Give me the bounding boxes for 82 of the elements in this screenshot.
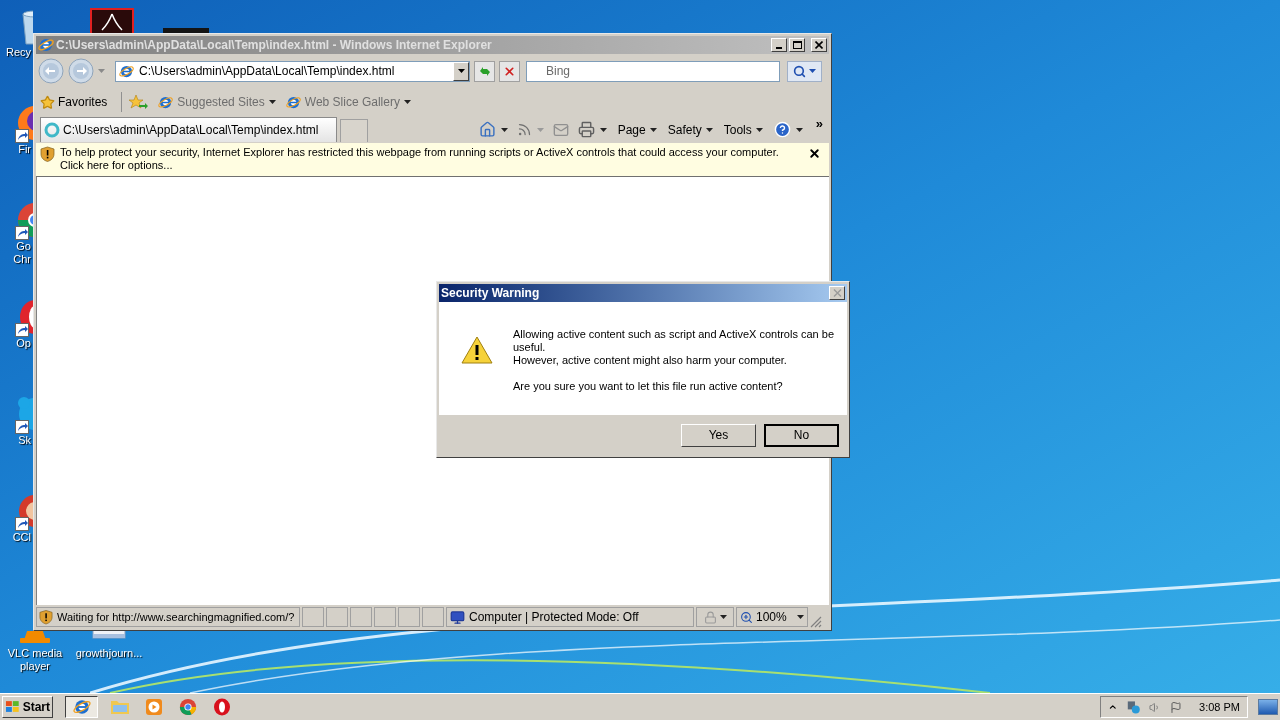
feeds-icon[interactable] bbox=[516, 122, 532, 137]
icon-label: growthjourn... bbox=[75, 647, 143, 660]
caret-icon[interactable] bbox=[719, 615, 727, 619]
icon-label: CCl bbox=[11, 531, 31, 544]
computer-icon bbox=[450, 609, 465, 625]
close-icon[interactable] bbox=[815, 41, 823, 49]
dialog-button[interactable]: Yes bbox=[681, 423, 756, 447]
caret-icon[interactable] bbox=[809, 69, 816, 73]
icon-label: VLC media player bbox=[7, 647, 63, 673]
status-pane bbox=[350, 607, 372, 627]
favorites-link[interactable]: Suggested Sites bbox=[158, 93, 276, 111]
network-icon[interactable] bbox=[1126, 699, 1141, 715]
page-icon bbox=[285, 94, 301, 110]
status-pane bbox=[374, 607, 396, 627]
shield-warning-icon bbox=[40, 146, 55, 162]
resize-grip-icon[interactable] bbox=[810, 616, 822, 628]
icon-label: Fir bbox=[17, 143, 31, 156]
dialog-message: Allowing active content such as script and ActiveX controls can be useful. bbox=[513, 328, 835, 354]
caret-icon[interactable] bbox=[705, 127, 713, 132]
icon-label: Sk bbox=[17, 434, 31, 447]
icon-label: Go Chr bbox=[12, 240, 31, 266]
page-icon bbox=[158, 94, 174, 110]
browser-logo-icon bbox=[72, 698, 91, 716]
status-text: Waiting for http://www.searchingmagnified.com/? bbox=[57, 609, 295, 625]
address-field[interactable]: C:\Users\admin\AppData\Local\Temp\index.html bbox=[115, 60, 470, 82]
command-menu[interactable]: Page bbox=[617, 120, 657, 139]
dialog-message: However, active content might also harm your computer. bbox=[513, 354, 788, 367]
flag-icon[interactable] bbox=[1170, 699, 1182, 715]
shield-warning-icon bbox=[39, 609, 53, 625]
dialog-message: Are you sure you want to let this file run active content? bbox=[513, 380, 784, 393]
status-pane bbox=[326, 607, 348, 627]
caret-icon[interactable] bbox=[649, 127, 657, 132]
icon-label: Op bbox=[15, 337, 31, 350]
caret-icon[interactable] bbox=[755, 127, 763, 132]
information-bar[interactable]: To help protect your security, Internet Explorer has restricted this webpage from running scripts or ActiveX controls that could access your computer. Click here for options... bbox=[36, 143, 829, 177]
page-icon bbox=[119, 63, 134, 79]
address-dropdown-button[interactable] bbox=[453, 61, 469, 81]
show-desktop-button[interactable] bbox=[1258, 699, 1278, 715]
pdf-app-icon[interactable] bbox=[90, 8, 134, 33]
taskbar-button[interactable] bbox=[65, 696, 98, 718]
favorites-button[interactable]: Favorites bbox=[40, 93, 108, 111]
windows-logo-icon[interactable] bbox=[5, 700, 21, 714]
star-icon[interactable] bbox=[40, 94, 55, 110]
information-bar-text: To help protect your security, Internet Explorer has restricted this webpage from running scripts or ActiveX controls that could access your computer. Click here for options... bbox=[60, 146, 780, 172]
more-tools-button[interactable]: » bbox=[815, 117, 823, 131]
minimize-button[interactable] bbox=[771, 38, 787, 52]
dialog-title: Security Warning bbox=[441, 285, 541, 302]
security-zone-text: Computer | Protected Mode: Off bbox=[469, 609, 639, 626]
close-icon[interactable] bbox=[808, 147, 821, 160]
command-menu[interactable]: Safety bbox=[667, 120, 713, 139]
start-button[interactable]: Start bbox=[2, 696, 53, 718]
caret-icon[interactable] bbox=[795, 127, 803, 132]
loading-icon bbox=[44, 122, 60, 138]
window-title: C:\Users\admin\AppData\Local\Temp\index.html - Windows Internet Explorer bbox=[56, 37, 493, 54]
help-icon[interactable] bbox=[773, 121, 791, 138]
caret-icon[interactable] bbox=[797, 615, 804, 619]
forward-button[interactable] bbox=[68, 58, 94, 84]
dialog-button[interactable]: No bbox=[764, 423, 839, 447]
warning-icon bbox=[461, 336, 493, 364]
caret-icon[interactable] bbox=[457, 69, 465, 73]
browser-tab[interactable]: C:\Users\admin\AppData\Local\Temp\index.html bbox=[40, 117, 337, 142]
browser-logo-icon bbox=[38, 37, 54, 53]
status-pane bbox=[398, 607, 420, 627]
close-button[interactable] bbox=[811, 38, 827, 52]
back-button[interactable] bbox=[38, 58, 64, 84]
caret-icon[interactable] bbox=[599, 127, 607, 132]
caret-icon[interactable] bbox=[500, 127, 508, 132]
caret-icon[interactable] bbox=[268, 100, 276, 104]
favorites-link[interactable]: Web Slice Gallery bbox=[285, 93, 411, 111]
zoom-icon[interactable] bbox=[740, 610, 753, 624]
clock[interactable]: 3:08 PM bbox=[1199, 698, 1240, 716]
caret-icon[interactable] bbox=[403, 100, 411, 104]
status-pane bbox=[302, 607, 324, 627]
icon-label: Recy bbox=[4, 46, 31, 59]
command-menu[interactable]: Tools bbox=[723, 120, 763, 139]
zoom-button[interactable]: 100% bbox=[736, 607, 808, 627]
refresh-icon[interactable] bbox=[477, 65, 492, 77]
status-pane bbox=[422, 607, 444, 627]
refresh-button[interactable] bbox=[474, 60, 495, 82]
search-icon[interactable] bbox=[793, 64, 806, 78]
print-icon[interactable] bbox=[577, 121, 595, 138]
search-button[interactable] bbox=[787, 60, 822, 82]
